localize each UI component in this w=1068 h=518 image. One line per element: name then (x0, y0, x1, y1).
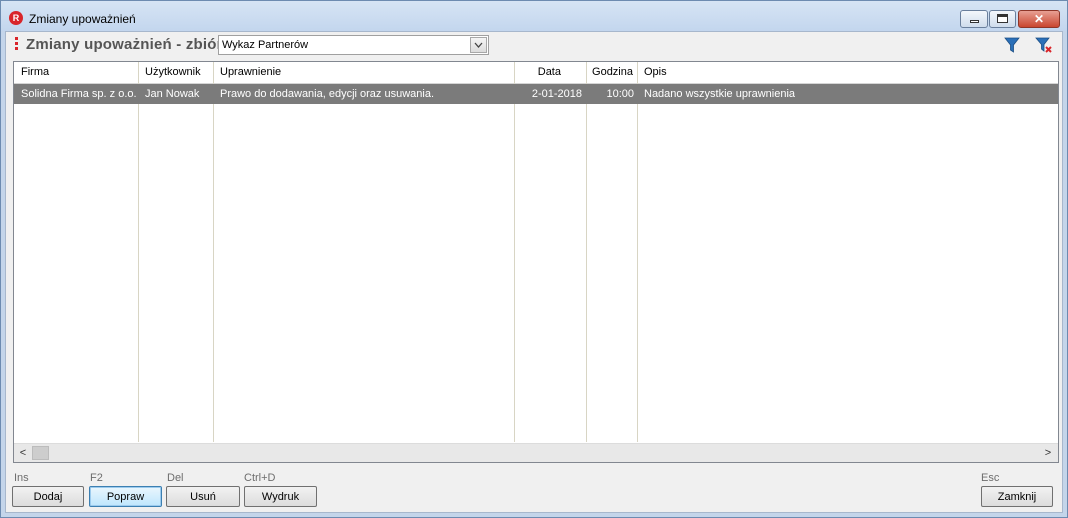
window: R Zmiany upoważnień ✕ Zmiany upoważnień … (0, 0, 1068, 518)
scroll-right-icon[interactable]: > (1042, 447, 1054, 459)
column-divider (514, 62, 515, 442)
scroll-left-icon[interactable]: < (17, 447, 29, 459)
changes-table[interactable]: Firma Użytkownik Uprawnienie Data Godzin… (13, 61, 1059, 463)
cell-uzytkownik: Jan Nowak (145, 88, 200, 100)
delete-button[interactable]: Usuń (166, 486, 240, 507)
horizontal-scrollbar[interactable]: < > (14, 443, 1058, 462)
table-header: Firma Użytkownik Uprawnienie Data Godzin… (14, 62, 1058, 84)
client-area: Zmiany upoważnień - zbiór Wykaz Partneró… (5, 31, 1063, 513)
column-divider (637, 62, 638, 442)
shortcut-hint-esc: Esc (981, 472, 1000, 484)
column-divider (213, 62, 214, 442)
column-header-uprawnienie[interactable]: Uprawnienie (215, 66, 513, 82)
close-icon: ✕ (1033, 12, 1045, 26)
window-title: Zmiany upoważnień (29, 12, 136, 26)
column-header-godzina[interactable]: Godzina (588, 66, 638, 82)
add-button[interactable]: Dodaj (12, 486, 84, 507)
close-button[interactable]: ✕ (1018, 10, 1060, 28)
cell-godzina: 10:00 (606, 88, 634, 100)
shortcut-hint-ins: Ins (14, 472, 29, 484)
filter-icon[interactable] (1003, 36, 1021, 54)
column-header-opis[interactable]: Opis (639, 66, 1039, 82)
drag-grip-icon[interactable] (15, 37, 18, 53)
table-row[interactable]: Solidna Firma sp. z o.o. Jan Nowak Prawo… (14, 84, 1058, 104)
column-divider (138, 62, 139, 442)
minimize-icon (969, 20, 979, 23)
shortcut-hint-f2: F2 (90, 472, 103, 484)
column-header-firma[interactable]: Firma (16, 66, 137, 82)
close-window-button[interactable]: Zamknij (981, 486, 1053, 507)
print-button[interactable]: Wydruk (244, 486, 317, 507)
minimize-button[interactable] (960, 10, 988, 28)
cell-data: 2-01-2018 (531, 88, 582, 100)
cell-uprawnienie: Prawo do dodawania, edycji oraz usuwania… (220, 88, 435, 100)
cell-firma: Solidna Firma sp. z o.o. (21, 88, 137, 100)
dataset-select-value: Wykaz Partnerów (222, 39, 309, 51)
column-header-data[interactable]: Data (516, 66, 586, 82)
dataset-select[interactable]: Wykaz Partnerów (218, 35, 489, 55)
edit-button[interactable]: Popraw (89, 486, 162, 507)
chevron-down-icon[interactable] (470, 37, 487, 53)
scrollbar-thumb[interactable] (32, 446, 49, 460)
maximize-button[interactable] (989, 10, 1016, 28)
shortcut-hint-del: Del (167, 472, 184, 484)
shortcut-hint-ctrl-d: Ctrl+D (244, 472, 276, 484)
clear-filter-icon[interactable] (1035, 36, 1053, 54)
column-divider (586, 62, 587, 442)
title-bar[interactable]: R Zmiany upoważnień ✕ (1, 1, 1067, 31)
cell-opis: Nadano wszystkie uprawnienia (644, 88, 796, 100)
page-title: Zmiany upoważnień - zbiór (26, 36, 223, 53)
maximize-icon (997, 14, 1008, 23)
app-logo-icon: R (9, 11, 23, 25)
column-header-uzytkownik[interactable]: Użytkownik (140, 66, 212, 82)
